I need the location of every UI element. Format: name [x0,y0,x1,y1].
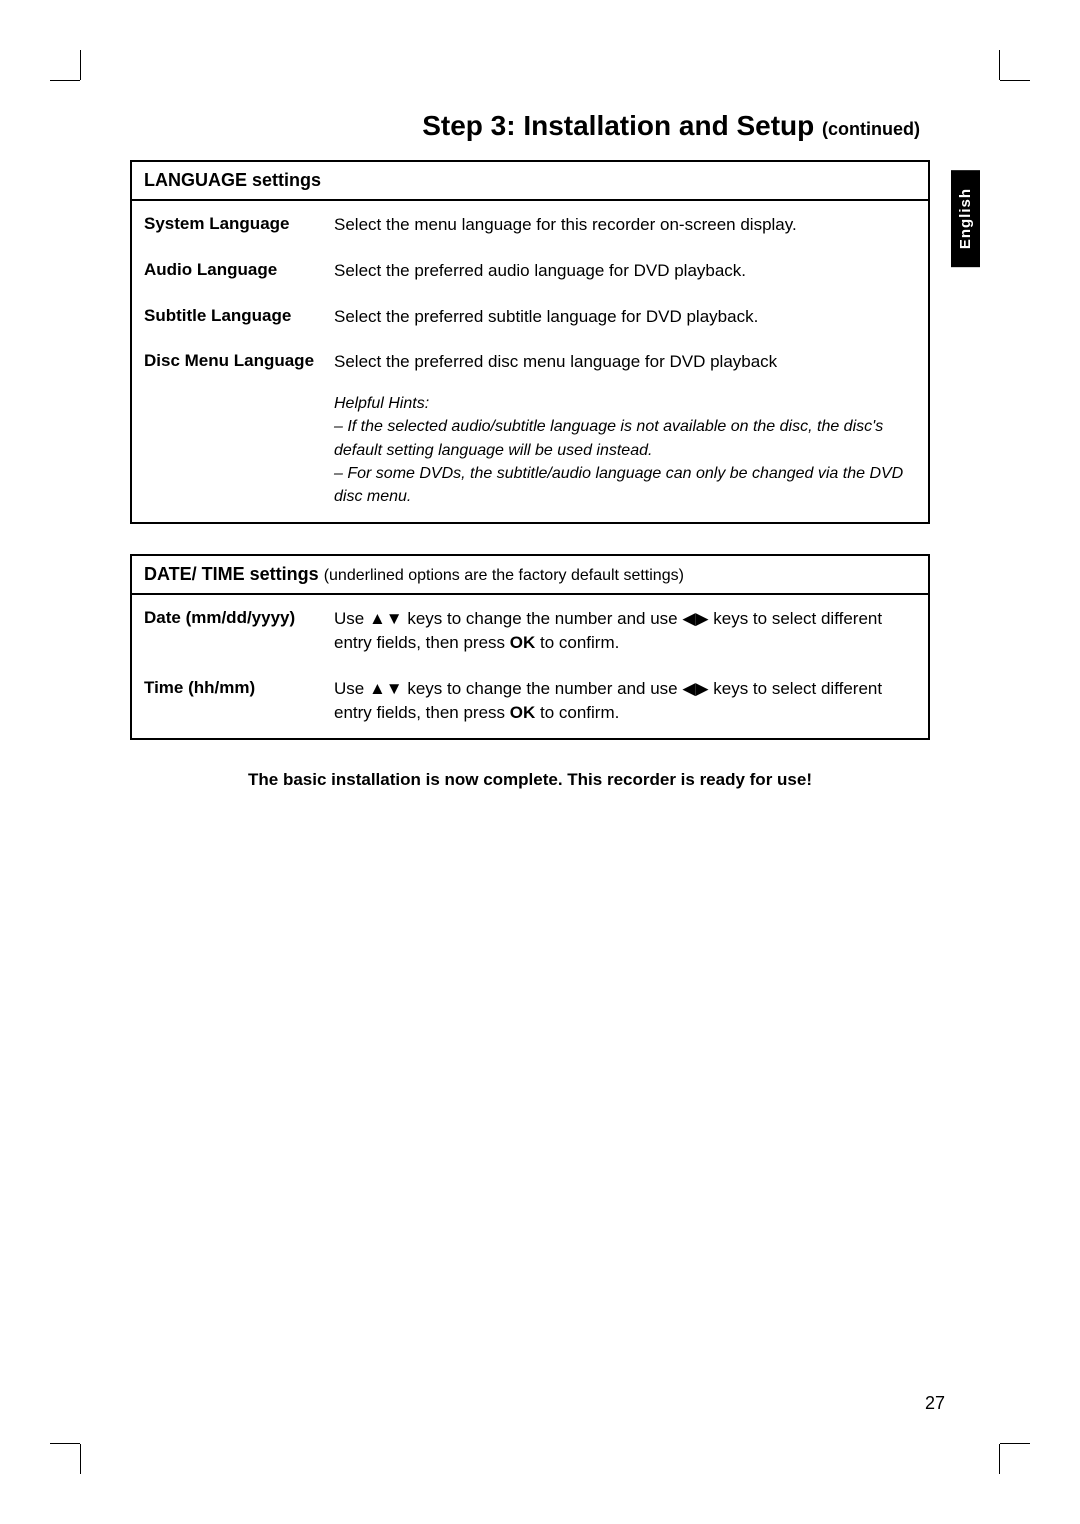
crop-mark [80,50,81,80]
box-header: DATE/ TIME settings (underlined options … [132,556,928,595]
setting-description: Use ▲▼ keys to change the number and use… [334,607,916,655]
setting-label: Disc Menu Language [144,350,334,508]
content-area: Step 3: Installation and Setup (continue… [130,110,930,790]
box-header-title: DATE/ TIME settings [144,564,319,584]
hints-line: – For some DVDs, the subtitle/audio lang… [334,462,916,508]
box-body: System Language Select the menu language… [132,201,928,522]
setting-label: Audio Language [144,259,334,283]
page-title: Step 3: Installation and Setup (continue… [130,110,930,142]
crop-mark [999,50,1000,80]
ok-label: OK [510,633,536,652]
setting-description: Select the preferred disc menu language … [334,350,916,508]
setting-desc-text: Select the preferred disc menu language … [334,352,777,371]
desc-text: to confirm. [535,633,619,652]
helpful-hints: Helpful Hints: – If the selected audio/s… [334,392,916,508]
datetime-settings-box: DATE/ TIME settings (underlined options … [130,554,930,740]
setting-label: System Language [144,213,334,237]
setting-description: Select the preferred audio language for … [334,259,746,283]
crop-mark [50,80,80,81]
left-right-icon: ◀▶ [682,609,708,628]
hints-line: – If the selected audio/subtitle languag… [334,415,916,461]
setting-label: Date (mm/dd/yyyy) [144,607,334,655]
setting-row: Time (hh/mm) Use ▲▼ keys to change the n… [144,677,916,725]
crop-mark [50,1443,80,1444]
language-tab: English [951,170,980,267]
setting-row: Subtitle Language Select the preferred s… [144,305,916,329]
up-down-icon: ▲▼ [369,679,403,698]
left-right-icon: ◀▶ [682,679,708,698]
crop-mark [1000,1443,1030,1444]
setting-row: Audio Language Select the preferred audi… [144,259,916,283]
setting-label: Time (hh/mm) [144,677,334,725]
box-header: LANGUAGE settings [132,162,928,201]
box-body: Date (mm/dd/yyyy) Use ▲▼ keys to change … [132,595,928,738]
title-main: Step 3: Installation and Setup [422,110,814,141]
hints-title: Helpful Hints: [334,392,916,415]
box-header-title: LANGUAGE settings [144,170,321,190]
setting-row: Date (mm/dd/yyyy) Use ▲▼ keys to change … [144,607,916,655]
setting-label: Subtitle Language [144,305,334,329]
manual-page: English Step 3: Installation and Setup (… [0,0,1080,1524]
desc-text: Use [334,679,369,698]
setting-description: Select the menu language for this record… [334,213,797,237]
box-header-note: (underlined options are the factory defa… [324,567,684,584]
setting-description: Select the preferred subtitle language f… [334,305,758,329]
page-number: 27 [925,1393,945,1414]
crop-mark [1000,80,1030,81]
crop-mark [999,1444,1000,1474]
language-settings-box: LANGUAGE settings System Language Select… [130,160,930,524]
desc-text: to confirm. [535,703,619,722]
setting-row: System Language Select the menu language… [144,213,916,237]
completion-message: The basic installation is now complete. … [130,770,930,790]
setting-row: Disc Menu Language Select the preferred … [144,350,916,508]
desc-text: Use [334,609,369,628]
title-continued: (continued) [822,119,920,139]
desc-text: keys to change the number and use [403,609,683,628]
ok-label: OK [510,703,536,722]
desc-text: keys to change the number and use [403,679,683,698]
crop-mark [80,1444,81,1474]
up-down-icon: ▲▼ [369,609,403,628]
setting-description: Use ▲▼ keys to change the number and use… [334,677,916,725]
